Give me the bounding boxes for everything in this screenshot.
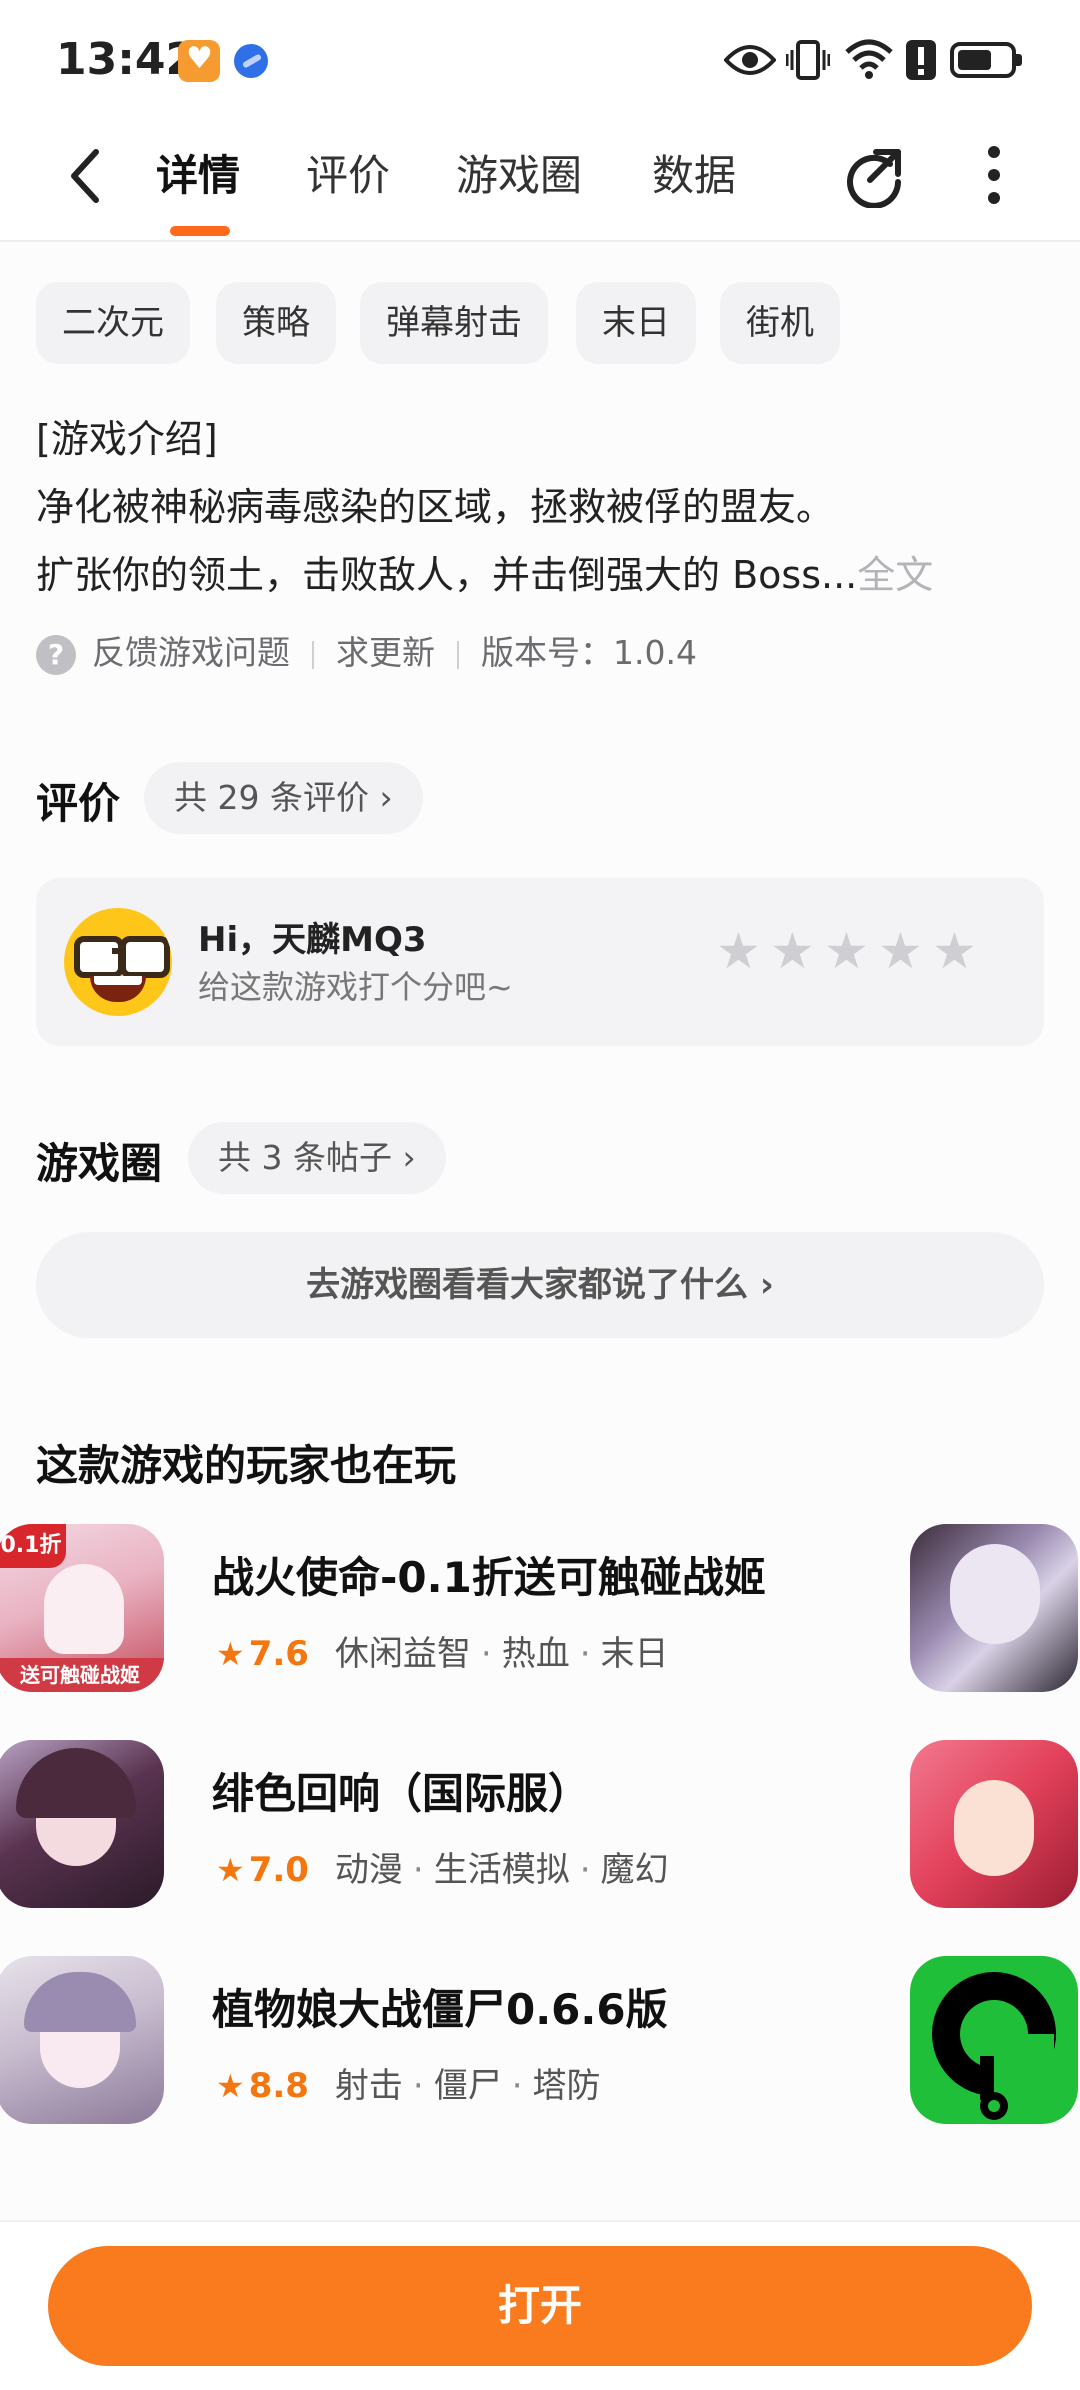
status-bar: 13:42 [0,0,1080,120]
reviews-count-button[interactable]: 共 29 条评价 › [144,762,423,834]
game-info: ★ 7.0 动漫 · 生活模拟 · 魔幻 [216,1850,669,1890]
game-thumbnail[interactable] [910,1956,1078,2124]
browser-notification-icon [234,44,268,78]
rating-card: Hi，天麟MQ3 给这款游戏打个分吧~ ★ ★ ★ ★ ★ [36,878,1044,1046]
tab-reviews[interactable]: 评价 [306,142,390,203]
vibrate-icon [786,40,830,80]
more-vertical-icon[interactable] [982,140,1006,210]
visit-game-circle-button[interactable]: 去游戏圈看看大家都说了什么 › [36,1232,1044,1338]
star-icon: ★ [216,1851,245,1889]
game-name[interactable]: 战火使命-0.1折送可触碰战姬 [212,1544,766,1605]
tab-game-circle[interactable]: 游戏圈 [456,142,582,203]
top-nav: 详情 评价 游戏圈 数据 [0,120,1080,242]
battery-icon [950,42,1022,78]
game-info: ★ 8.8 射击 · 僵尸 · 塔防 [216,2066,601,2106]
divider [312,640,314,669]
game-name[interactable]: 绯色回响（国际服） [212,1760,590,1821]
game-name[interactable]: 植物娘大战僵尸0.6.6版 [212,1976,668,2037]
tab-data[interactable]: 数据 [652,142,736,203]
share-icon[interactable] [842,142,908,208]
eye-icon [724,45,776,75]
read-more-link[interactable]: 全文 [857,553,933,597]
rating-star[interactable]: ★ [716,926,761,976]
divider [457,640,459,669]
rating-star[interactable]: ★ [824,926,869,976]
recommend-title: 这款游戏的玩家也在玩 [36,1441,457,1490]
game-meta-row: ? 反馈游戏问题 求更新 版本号：1.0.4 [36,626,697,675]
game-tag: 休闲益智 [334,1634,471,1674]
active-tab-indicator [170,226,230,236]
intro-text-line: 扩张你的领土，击败敌人，并击倒强大的 Boss...全文 [36,544,933,599]
game-score: ★ 8.8 [216,2066,309,2106]
star-icon: ★ [216,1635,245,1673]
game-tag: 生活模拟 [433,1850,570,1890]
discount-badge: 0.1折 [0,1524,66,1568]
game-tag: 末日 [600,1634,669,1674]
game-tag: 魔幻 [600,1850,669,1890]
game-tag: 射击 [334,2066,403,2106]
feedback-link[interactable]: 反馈游戏问题 [92,633,290,672]
game-icon[interactable] [0,1956,164,2124]
tab-details[interactable]: 详情 [156,142,240,203]
game-icon[interactable] [0,1740,164,1908]
game-thumbnail[interactable] [910,1524,1078,1692]
nerd-face-avatar [64,908,172,1016]
icon-caption: 送可触碰战姬 [0,1658,164,1692]
rating-prompt: 给这款游戏打个分吧~ [198,968,513,1006]
reviews-title: 评价 [36,779,121,828]
open-game-button[interactable]: 打开 [48,2246,1032,2366]
intro-text-line: 净化被神秘病毒感染的区域，拯救被俘的盟友。 [36,485,835,529]
wifi-icon [845,39,893,79]
game-tag: 僵尸 [433,2066,502,2106]
tag-chip[interactable]: 街机 [720,282,840,364]
greeting-text: Hi，天麟MQ3 [198,920,427,960]
help-icon: ? [36,634,76,675]
game-tag: 热血 [501,1634,570,1674]
status-time: 13:42 [56,34,197,85]
posts-count-button[interactable]: 共 3 条帖子 › [188,1122,446,1194]
tag-chip[interactable]: 策略 [216,282,336,364]
game-tag: 塔防 [532,2066,601,2106]
game-tag: 动漫 [334,1850,403,1890]
bottom-action-bar: 打开 [0,2220,1080,2390]
game-thumbnail[interactable] [910,1740,1078,1908]
game-score: ★ 7.0 [216,1850,309,1890]
game-circle-title: 游戏圈 [36,1139,163,1188]
rating-star[interactable]: ★ [878,926,923,976]
tag-chip[interactable]: 二次元 [36,282,190,364]
unknown-placeholder-icon [932,1972,1056,2120]
game-score: ★ 7.6 [216,1634,309,1674]
back-arrow-icon[interactable] [64,146,104,206]
rating-star[interactable]: ★ [932,926,977,976]
rating-star[interactable]: ★ [770,926,815,976]
request-update-link[interactable]: 求更新 [336,633,435,672]
game-icon[interactable]: 0.1折 送可触碰战姬 [0,1524,164,1692]
intro-heading: [游戏介绍] [36,417,218,461]
star-icon: ★ [216,2067,245,2105]
game-info: ★ 7.6 休闲益智 · 热血 · 末日 [216,1634,669,1674]
tag-chip[interactable]: 弹幕射击 [360,282,548,364]
intro-text: 扩张你的领土，击败敌人，并击倒强大的 Boss... [36,553,858,597]
app-notification-icon [178,40,220,82]
version-text: 版本号：1.0.4 [481,633,697,672]
alert-icon [906,40,936,80]
tag-chip[interactable]: 末日 [576,282,696,364]
